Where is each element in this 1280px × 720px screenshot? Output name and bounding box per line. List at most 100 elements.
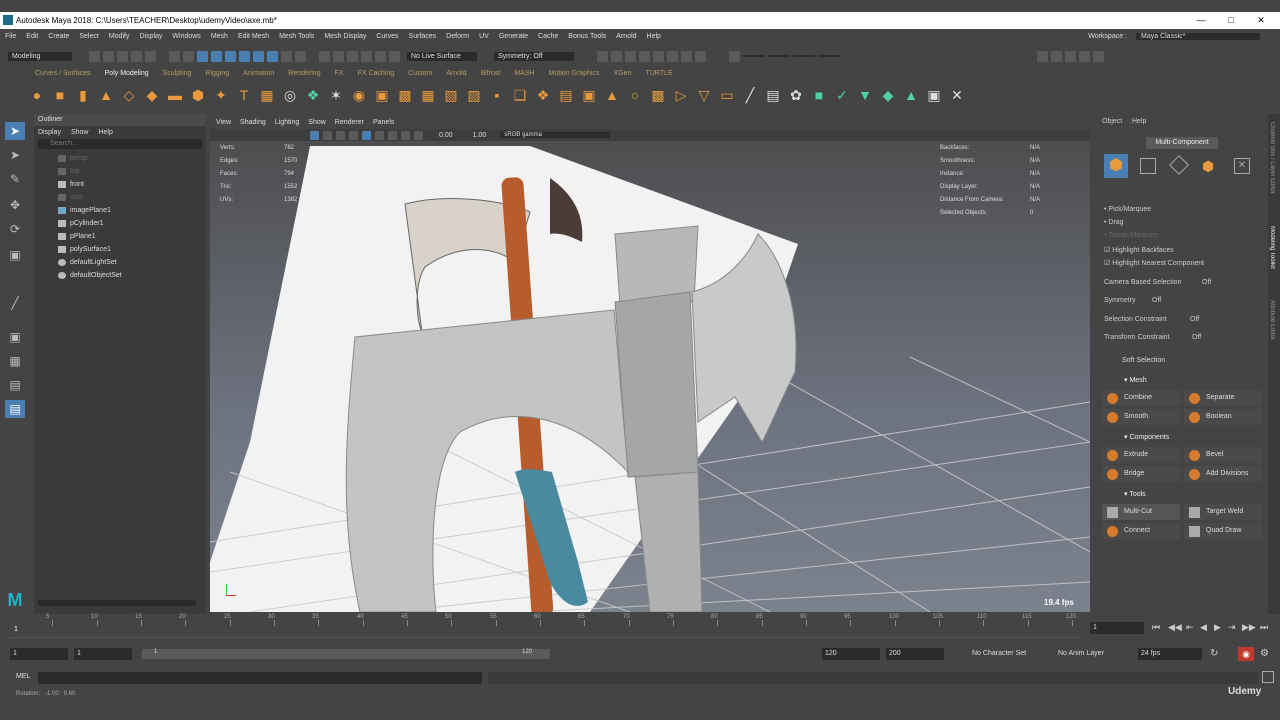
edge-mode-icon[interactable] [1169, 155, 1189, 175]
arnold-render-icon[interactable] [681, 50, 692, 62]
xray-icon[interactable] [414, 130, 423, 140]
sidebar-toggle-icon[interactable] [1037, 50, 1048, 62]
menuset-dropdown[interactable]: Modeling [8, 51, 72, 61]
planar-mapping-icon[interactable]: ■ [810, 86, 828, 104]
uv-mode-icon[interactable]: ✕ [1234, 158, 1250, 174]
preferences-icon[interactable]: ⚙ [1260, 648, 1269, 659]
quad-draw-button[interactable]: Quad Draw [1184, 523, 1262, 539]
shadows-icon[interactable] [388, 130, 397, 140]
select-by-face-icon[interactable] [239, 50, 250, 62]
select-tool-icon[interactable]: ➤ [5, 122, 25, 140]
type-tool-icon[interactable]: T [235, 86, 253, 104]
boolean-union-icon[interactable]: ▧ [442, 86, 460, 104]
poly-disc-icon[interactable]: ▬ [166, 86, 184, 104]
paint-select-icon[interactable]: ✎ [5, 170, 25, 188]
minimize-button[interactable]: — [1186, 12, 1216, 29]
sculpt-tool-icon[interactable]: ◎ [281, 86, 299, 104]
snap-view-plane-icon[interactable] [361, 50, 372, 62]
option-pick-marquee[interactable]: • Pick/Marquee [1104, 206, 1151, 213]
hypershade-icon[interactable] [653, 50, 664, 62]
pause-icon[interactable] [695, 50, 706, 62]
snap-grid-icon[interactable] [319, 50, 330, 62]
attribute-editor-icon[interactable] [1065, 50, 1076, 62]
go-to-end-icon[interactable]: ⏭ [1260, 622, 1268, 633]
fps-dropdown[interactable]: 24 fps [1138, 648, 1202, 660]
outliner-item[interactable]: persp [34, 152, 206, 165]
face-mode-icon[interactable]: ⬢ [1202, 158, 1218, 174]
shelf-tab-animation[interactable]: Animation [236, 70, 281, 82]
undo-icon[interactable] [131, 50, 142, 62]
side-tab-modeling-toolkit[interactable]: Modeling Toolkit [1269, 226, 1275, 286]
shelf-tab-turtle[interactable]: TURTLE [638, 70, 679, 82]
object-mode-icon[interactable]: ⬢ [1104, 154, 1128, 178]
components-section-header[interactable]: ▾ Components [1100, 431, 1264, 444]
platonic-solid-icon[interactable]: ⬢ [189, 86, 207, 104]
combine-button[interactable]: Combine [1102, 390, 1180, 406]
time-slider[interactable]: 5 10 15 20 25 30 35 40 45 50 55 60 65 70 75 80 85 90 95 100… [0, 614, 1280, 642]
snap-curve-icon[interactable] [333, 50, 344, 62]
transform-w-field[interactable] [818, 55, 840, 57]
collapse-icon[interactable]: ▷ [672, 86, 690, 104]
outliner-item[interactable]: polySurface1 [34, 243, 206, 256]
shelf-tab-xgen[interactable]: XGen [607, 70, 639, 82]
tools-section-header[interactable]: ▾ Tools [1100, 488, 1264, 501]
smooth-mesh-icon[interactable]: ❖ [304, 86, 322, 104]
playback-end-field[interactable]: 120 [822, 648, 880, 660]
four-view-icon[interactable]: ▦ [5, 352, 25, 370]
scale-tool-icon[interactable]: ▣ [5, 246, 25, 264]
channel-box-icon[interactable] [1051, 50, 1062, 62]
insert-edge-loop-icon[interactable]: ▤ [764, 86, 782, 104]
bridge-icon[interactable]: ▤ [557, 86, 575, 104]
menu-surfaces[interactable]: Surfaces [404, 33, 442, 40]
bevel-button[interactable]: Bevel [1184, 447, 1262, 463]
viewport-menu-shading[interactable]: Shading [240, 116, 266, 129]
step-forward-frame-icon[interactable]: ⇥ [1228, 622, 1236, 633]
mesh-section-header[interactable]: ▾ Mesh [1100, 374, 1264, 387]
outliner-item[interactable]: side [34, 191, 206, 204]
auto-key-icon[interactable]: ◉ [1238, 647, 1254, 661]
lasso-tool-icon[interactable]: ➤ [5, 146, 25, 164]
redo-icon[interactable] [145, 50, 156, 62]
go-to-start-icon[interactable]: ⏮ [1152, 622, 1160, 633]
move-tool-icon[interactable]: ✥ [5, 196, 25, 214]
menu-bonus-tools[interactable]: Bonus Tools [563, 33, 611, 40]
outliner-item[interactable]: imagePlane1 [34, 204, 206, 217]
boolean-intersection-icon[interactable]: ▪ [488, 86, 506, 104]
play-backward-icon[interactable]: ◀ [1200, 622, 1207, 633]
time-ruler[interactable]: 5 10 15 20 25 30 35 40 45 50 55 60 65 70 75 80 85 90 95 100… [10, 614, 1082, 638]
menu-mesh-display[interactable]: Mesh Display [319, 33, 371, 40]
merge-icon[interactable]: ○ [626, 86, 644, 104]
isolate-select-icon[interactable] [401, 130, 410, 140]
loop-icon[interactable]: ↻ [1210, 648, 1218, 659]
uv-editor-icon[interactable]: ▲ [902, 86, 920, 104]
separate-button[interactable]: Separate [1184, 390, 1262, 406]
tool-settings-icon[interactable] [1079, 50, 1090, 62]
current-frame-marker[interactable]: 1 [14, 626, 18, 633]
snap-surface-icon[interactable] [375, 50, 386, 62]
animation-end-field[interactable]: 200 [886, 648, 944, 660]
option-drag[interactable]: • Drag [1104, 219, 1124, 226]
close-button[interactable]: ✕ [1246, 12, 1276, 29]
maximize-button[interactable]: □ [1216, 12, 1246, 29]
menu-edit-mesh[interactable]: Edit Mesh [233, 33, 274, 40]
menu-create[interactable]: Create [43, 33, 74, 40]
shelf-tab-custom[interactable]: Custom [401, 70, 439, 82]
select-by-object-icon[interactable] [267, 50, 278, 62]
outliner-scrollbar[interactable] [38, 600, 196, 606]
current-frame-field[interactable]: 1 [1090, 622, 1144, 634]
select-by-vertex-icon[interactable] [211, 50, 222, 62]
shelf-tab-curves-surfaces[interactable]: Curves / Surfaces [28, 70, 98, 82]
side-tab-channel-box[interactable]: Channel Box / Layer Editor [1269, 122, 1275, 222]
multi-cut-icon[interactable]: ╱ [741, 86, 759, 104]
outliner-menu-display[interactable]: Display [38, 126, 61, 139]
wireframe-icon[interactable] [336, 130, 345, 140]
multi-component-tab[interactable]: Multi-Component [1146, 137, 1218, 149]
spherical-mapping-icon[interactable]: ◆ [879, 86, 897, 104]
workspace-dropdown[interactable]: Maya Classic* [1136, 32, 1260, 40]
quadrangulate-icon[interactable]: ▭ [718, 86, 736, 104]
svg-tool-icon[interactable]: ▦ [258, 86, 276, 104]
menu-display[interactable]: Display [134, 33, 167, 40]
shelf-tab-arnold[interactable]: Arnold [439, 70, 473, 82]
shelf-tab-fx-caching[interactable]: FX Caching [351, 70, 402, 82]
layout-icon[interactable]: ▤ [5, 400, 25, 418]
